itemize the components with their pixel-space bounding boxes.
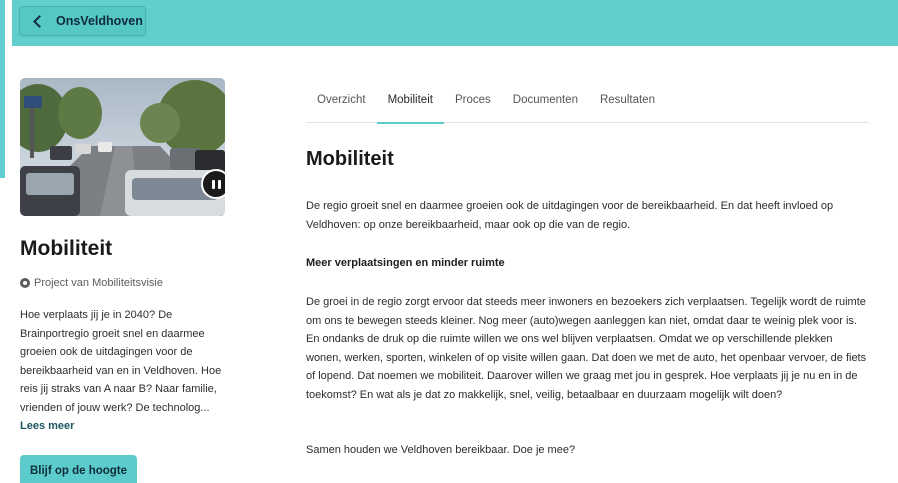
back-button-label: OnsVeldhoven — [56, 14, 143, 28]
top-bar: OnsVeldhoven — [12, 0, 898, 46]
subscribe-button[interactable]: Blijf op de hoogte — [20, 455, 137, 483]
project-parent: Project van Mobiliteitsvisie — [20, 277, 163, 289]
intro-paragraph: De regio groeit snel en daarmee groeien … — [306, 200, 834, 231]
project-description-text: Hoe verplaats jij je in 2040? De Brainpo… — [20, 309, 222, 414]
project-parent-label[interactable]: Project van Mobiliteitsvisie — [34, 277, 163, 289]
pause-button[interactable] — [201, 169, 225, 199]
content-title: Mobiliteit — [306, 148, 394, 170]
body-paragraph: De groei in de regio zorgt ervoor dat st… — [306, 296, 867, 401]
pause-icon — [211, 179, 215, 189]
tab-resultaten[interactable]: Resultaten — [589, 84, 666, 123]
section-subheading: Meer verplaatsingen en minder ruimte — [306, 257, 505, 269]
tab-mobiliteit[interactable]: Mobiliteit — [376, 84, 445, 124]
read-more-link[interactable]: Lees meer — [20, 420, 74, 432]
project-video-thumbnail[interactable] — [20, 78, 225, 216]
road-traffic-image — [20, 78, 225, 216]
closing-paragraph: Samen houden we Veldhoven bereikbaar. Do… — [306, 444, 576, 456]
tab-overzicht[interactable]: Overzicht — [306, 84, 377, 123]
project-title: Mobiliteit — [20, 237, 113, 260]
project-icon — [20, 278, 30, 288]
back-button[interactable]: OnsVeldhoven — [19, 6, 146, 36]
tab-proces[interactable]: Proces — [444, 84, 502, 123]
left-accent-strip — [0, 0, 5, 178]
project-description: Hoe verplaats jij je in 2040? De Brainpo… — [20, 306, 230, 436]
tab-bar: Overzicht Mobiliteit Proces Documenten R… — [306, 84, 869, 124]
tab-documenten[interactable]: Documenten — [502, 84, 589, 123]
chevron-left-icon — [33, 14, 46, 28]
